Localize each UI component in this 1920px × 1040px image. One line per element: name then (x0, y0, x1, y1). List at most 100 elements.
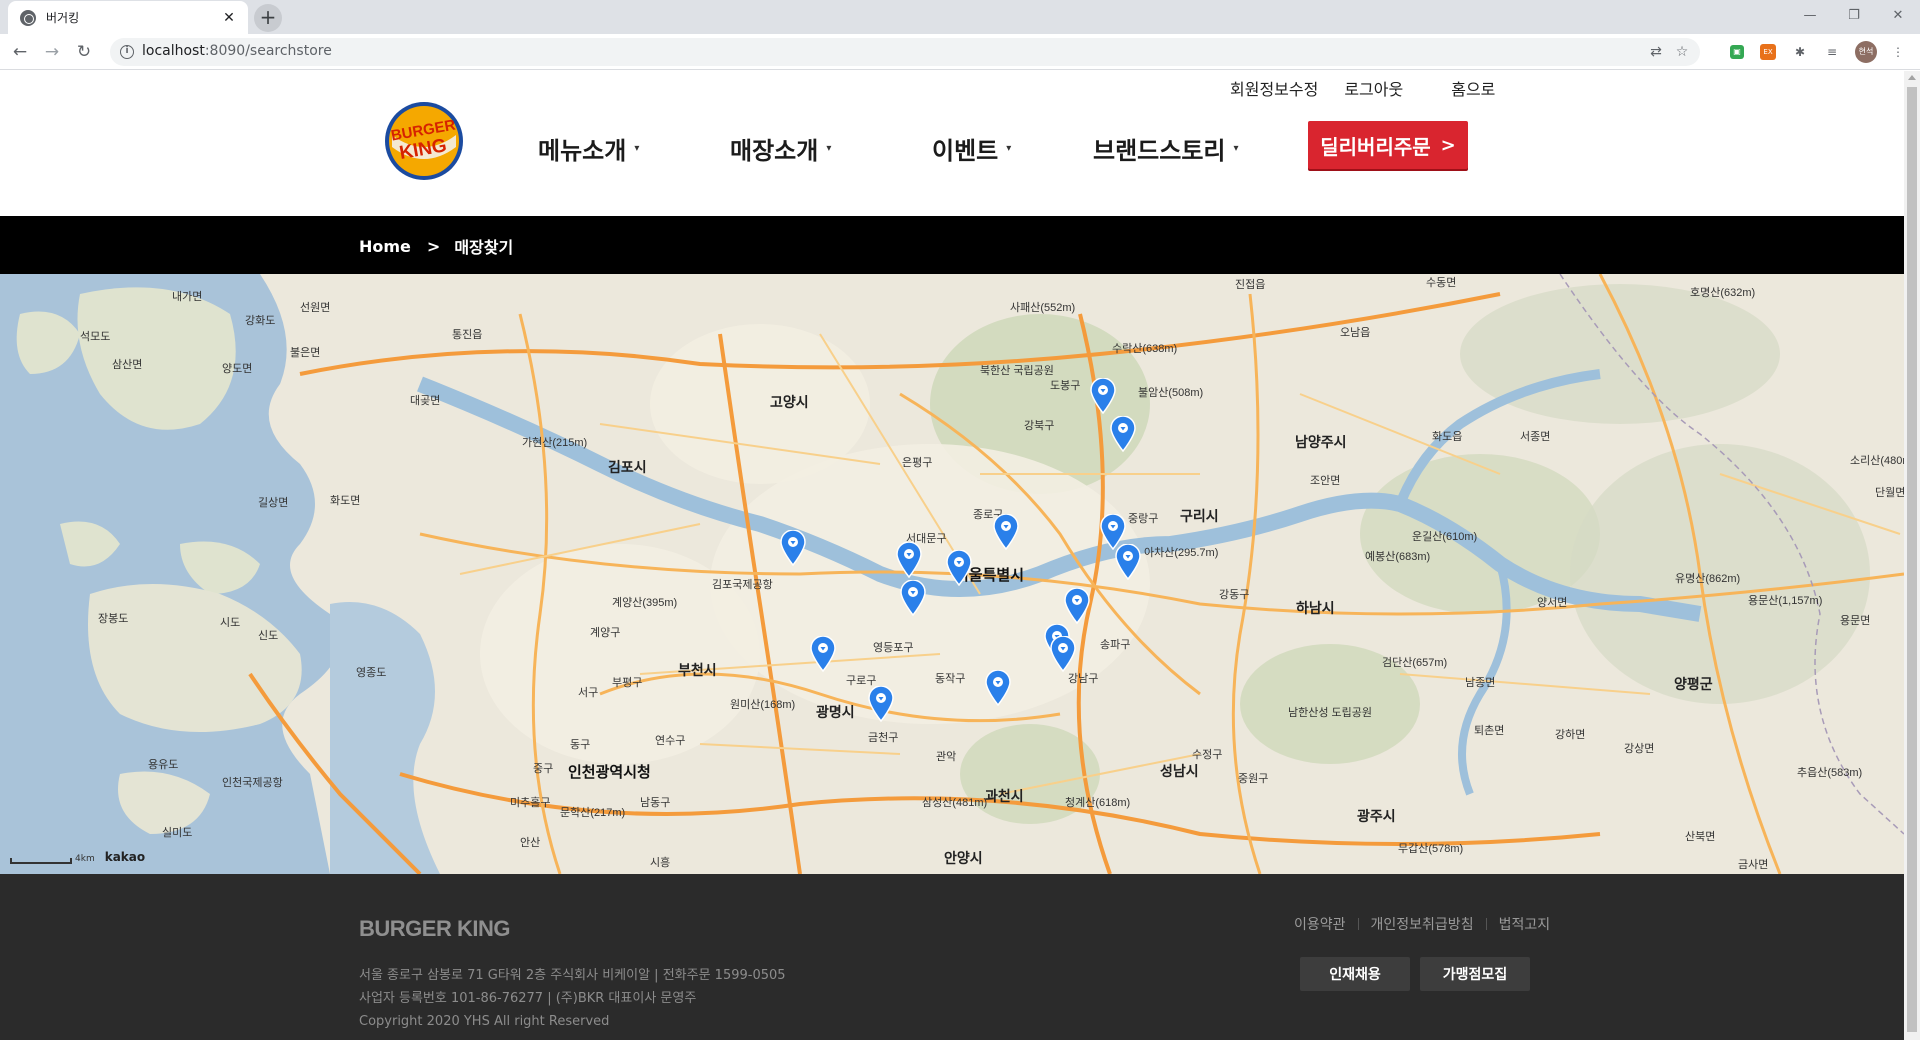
map-scale: 4km kakao (10, 850, 145, 864)
map-label: 계양구 (590, 627, 621, 639)
map-label: 수정구 (1192, 749, 1223, 761)
forward-arrow-icon[interactable]: → (40, 40, 64, 64)
store-marker[interactable] (1050, 636, 1076, 672)
map-label: 동작구 (935, 673, 966, 685)
map-label: 남양주시 (1295, 434, 1347, 450)
extension-orange-icon[interactable]: EX (1760, 44, 1776, 60)
store-map[interactable]: 서울특별시 고양시 김포시 부천시 광명시 인천광역시청 남양주시 구리시 하남… (0, 274, 1904, 874)
map-provider-logo[interactable]: kakao (105, 850, 145, 864)
address-bar[interactable]: i localhost:8090/searchstore ⇄ ☆ (110, 38, 1700, 66)
footer-links: 이용약관 개인정보취급방침 법적고지 (1294, 914, 1550, 934)
map-label: 북한산 국립공원 (980, 365, 1054, 377)
extensions-puzzle-icon[interactable]: ✱ (1790, 42, 1810, 62)
back-arrow-icon[interactable]: ← (8, 40, 32, 64)
logout-link[interactable]: 로그아웃 (1344, 76, 1403, 100)
store-marker[interactable] (896, 542, 922, 578)
map-label: 신도 (258, 630, 279, 642)
store-marker[interactable] (868, 686, 894, 722)
map-label: 고양시 (770, 394, 809, 410)
browser-toolbar: ← → ↻ i localhost:8090/searchstore ⇄ ☆ ▣… (0, 34, 1920, 70)
reading-list-icon[interactable]: ≡ (1822, 42, 1842, 62)
map-label: 통진읍 (452, 329, 483, 341)
recruit-button[interactable]: 인재채용 (1300, 957, 1410, 991)
reload-icon[interactable]: ↻ (72, 40, 96, 64)
page-scrollbar[interactable] (1904, 71, 1920, 1040)
map-label: 안양시 (944, 850, 983, 866)
map-label: 영등포구 (873, 642, 914, 654)
terms-link[interactable]: 이용약관 (1294, 914, 1346, 934)
nav-menu-intro[interactable]: 메뉴소개 ▾ (538, 131, 730, 166)
bookmark-star-icon[interactable]: ☆ (1672, 42, 1692, 62)
burger-king-logo[interactable]: BURGER KING (384, 101, 464, 181)
map-label: 서구 (578, 687, 599, 699)
scale-distance: 4km (75, 854, 95, 864)
map-label: 사패산(552m) (1010, 302, 1076, 314)
map-label: 삼성산(481m) (922, 797, 988, 809)
map-label: 남종면 (1465, 677, 1496, 689)
footer-logo: BURGER KING (359, 916, 510, 941)
map-label: 광명시 (816, 704, 855, 720)
delivery-order-button[interactable]: 딜리버리주문 > (1308, 121, 1468, 169)
map-label: 김포시 (608, 459, 647, 475)
map-label: 양도면 (222, 363, 253, 375)
map-label: 산북면 (1685, 831, 1716, 843)
store-marker[interactable] (1110, 416, 1136, 452)
map-label: 인천국제공항 (222, 777, 283, 789)
extension-green-icon[interactable]: ▣ (1730, 45, 1744, 59)
franchise-button[interactable]: 가맹점모집 (1420, 957, 1530, 991)
scroll-up-icon[interactable] (1908, 75, 1916, 80)
map-label: 강남구 (1068, 673, 1099, 685)
map-label: 중랑구 (1128, 513, 1159, 525)
store-marker[interactable] (1064, 588, 1090, 624)
scrollbar-thumb[interactable] (1907, 87, 1917, 1032)
map-label: 아차산(295.7m) (1144, 547, 1219, 559)
close-window-button[interactable]: ✕ (1876, 0, 1920, 30)
store-marker[interactable] (946, 550, 972, 586)
map-label: 실미도 (162, 827, 193, 839)
tab-close-icon[interactable]: ✕ (220, 10, 238, 26)
map-label: 원미산(168m) (730, 699, 796, 711)
url-text[interactable]: localhost:8090/searchstore (142, 43, 332, 59)
store-marker[interactable] (985, 670, 1011, 706)
nav-store-intro[interactable]: 매장소개 ▾ (730, 131, 932, 166)
nav-event[interactable]: 이벤트 ▾ (932, 131, 1093, 166)
map-label: 연수구 (655, 735, 686, 747)
store-marker[interactable] (780, 530, 806, 566)
map-label: 조안면 (1310, 475, 1341, 487)
home-link[interactable]: 홈으로 (1451, 76, 1495, 100)
map-label: 청계산(618m) (1065, 797, 1131, 809)
nav-brand-story[interactable]: 브랜드스토리 ▾ (1093, 131, 1239, 166)
profile-avatar[interactable]: 현석 (1855, 41, 1877, 63)
breadcrumb: Home > 매장찾기 (359, 234, 513, 258)
map-label: 하남시 (1296, 600, 1335, 616)
map-label: 석모도 (80, 331, 111, 343)
breadcrumb-bar: Home > 매장찾기 (0, 216, 1904, 274)
breadcrumb-home[interactable]: Home (359, 237, 411, 256)
translate-icon[interactable]: ⇄ (1646, 42, 1666, 62)
store-marker[interactable] (993, 514, 1019, 550)
edit-profile-link[interactable]: 회원정보수정 (1230, 76, 1318, 100)
minimize-button[interactable]: — (1788, 0, 1832, 30)
window-controls: — ❐ ✕ (1788, 0, 1920, 30)
map-label: 불은면 (290, 347, 321, 359)
store-marker[interactable] (810, 636, 836, 672)
map-label: 과천시 (985, 788, 1024, 804)
map-label: 관악 (936, 751, 957, 763)
browser-menu-icon[interactable]: ⋮ (1888, 42, 1908, 62)
map-label: 소리산(480m) (1850, 455, 1904, 467)
store-marker[interactable] (1090, 378, 1116, 414)
site-info-icon[interactable]: i (120, 45, 134, 59)
browser-tab[interactable]: 버거킹 ✕ (8, 1, 248, 34)
map-label: 은평구 (902, 457, 933, 469)
map-label: 금천구 (868, 732, 899, 744)
store-marker[interactable] (900, 580, 926, 616)
store-marker[interactable] (1115, 544, 1141, 580)
map-label: 호명산(632m) (1690, 287, 1756, 299)
legal-notice-link[interactable]: 법적고지 (1499, 914, 1551, 934)
new-tab-button[interactable]: + (254, 4, 282, 32)
privacy-policy-link[interactable]: 개인정보취급방침 (1371, 914, 1474, 934)
restore-button[interactable]: ❐ (1832, 0, 1876, 30)
map-label: 도봉구 (1050, 380, 1081, 392)
map-label: 선원면 (300, 302, 331, 314)
map-label: 양서면 (1537, 597, 1568, 609)
